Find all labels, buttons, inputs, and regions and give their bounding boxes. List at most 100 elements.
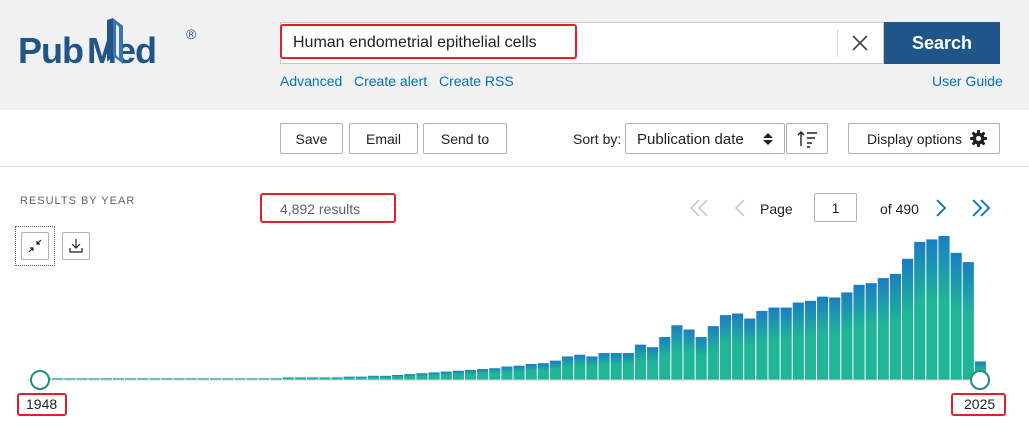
search-input[interactable] bbox=[281, 23, 837, 63]
year-bar-1976[interactable] bbox=[379, 375, 392, 380]
year-bar-1984[interactable] bbox=[477, 369, 489, 380]
search-button[interactable]: Search bbox=[884, 22, 1000, 64]
range-start-handle[interactable] bbox=[30, 370, 50, 390]
year-bar-1991[interactable] bbox=[562, 356, 574, 380]
email-button[interactable]: Email bbox=[349, 123, 418, 154]
results-by-year-heading: RESULTS BY YEAR bbox=[20, 195, 136, 207]
year-bar-1981[interactable] bbox=[440, 371, 452, 380]
year-bar-1989[interactable] bbox=[537, 363, 549, 380]
first-page-button[interactable] bbox=[687, 196, 711, 220]
year-bar-1995[interactable] bbox=[610, 353, 622, 380]
sort-by-label: Sort by: bbox=[573, 131, 622, 147]
logo-text-pub: Pub bbox=[18, 30, 84, 71]
year-bar-1975[interactable] bbox=[367, 375, 379, 380]
year-bar-2020[interactable] bbox=[914, 241, 926, 380]
results-by-year-chart[interactable] bbox=[0, 225, 1029, 390]
year-bar-1974[interactable] bbox=[355, 376, 367, 380]
next-page-button[interactable] bbox=[931, 196, 951, 220]
year-bar-1998[interactable] bbox=[647, 347, 659, 380]
year-bar-1988[interactable] bbox=[525, 364, 537, 380]
year-bar-1977[interactable] bbox=[392, 374, 404, 380]
year-bar-2002[interactable] bbox=[695, 337, 707, 380]
year-bar-1985[interactable] bbox=[489, 368, 501, 380]
advanced-link[interactable]: Advanced bbox=[280, 73, 342, 89]
year-bar-1996[interactable] bbox=[622, 353, 634, 380]
chevron-left-icon bbox=[734, 199, 745, 217]
chevron-right-icon bbox=[936, 199, 947, 217]
range-end-year: 2025 bbox=[964, 396, 996, 412]
create-rss-link[interactable]: Create RSS bbox=[439, 73, 514, 89]
year-bar-2011[interactable] bbox=[804, 300, 817, 380]
year-bar-1983[interactable] bbox=[464, 369, 477, 380]
year-bar-2015[interactable] bbox=[853, 284, 865, 380]
page-label: Page bbox=[760, 201, 793, 217]
logo-book-icon bbox=[107, 18, 123, 64]
gear-icon bbox=[970, 130, 987, 147]
year-bar-2024[interactable] bbox=[962, 262, 974, 380]
year-bar-2003[interactable] bbox=[707, 326, 719, 380]
year-bar-2019[interactable] bbox=[902, 258, 914, 380]
results-count: 4,892 results bbox=[280, 201, 361, 217]
range-end-handle[interactable] bbox=[970, 370, 990, 390]
display-options-button[interactable]: Display options bbox=[848, 123, 1000, 154]
year-bar-1979[interactable] bbox=[416, 373, 428, 380]
year-bar-2021[interactable] bbox=[926, 239, 938, 380]
close-icon bbox=[852, 35, 868, 51]
display-options-label: Display options bbox=[867, 131, 962, 147]
sort-caret-icon bbox=[763, 133, 773, 145]
clear-search-button[interactable] bbox=[843, 29, 877, 57]
year-bar-2022[interactable] bbox=[938, 236, 950, 380]
year-bar-1982[interactable] bbox=[452, 370, 464, 380]
year-bar-2000[interactable] bbox=[671, 325, 683, 380]
double-chevron-right-icon bbox=[972, 199, 991, 217]
year-bar-2012[interactable] bbox=[817, 296, 829, 380]
year-bar-2001[interactable] bbox=[683, 329, 695, 380]
year-bar-2005[interactable] bbox=[732, 313, 744, 380]
year-bar-2017[interactable] bbox=[877, 278, 889, 380]
year-bar-2004[interactable] bbox=[719, 315, 732, 380]
year-bar-2016[interactable] bbox=[865, 283, 877, 380]
page-number-input[interactable] bbox=[814, 193, 857, 222]
logo-wordmark: PubMed bbox=[18, 30, 157, 72]
previous-page-button[interactable] bbox=[730, 196, 750, 220]
year-bar-1973[interactable] bbox=[343, 376, 355, 380]
year-bar-2014[interactable] bbox=[841, 292, 853, 380]
year-bar-1993[interactable] bbox=[586, 356, 598, 380]
search-box bbox=[280, 22, 884, 64]
range-start-year: 1948 bbox=[26, 396, 58, 412]
year-bar-1978[interactable] bbox=[404, 374, 416, 380]
create-alert-link[interactable]: Create alert bbox=[354, 73, 427, 89]
year-bar-2009[interactable] bbox=[780, 307, 792, 380]
search-divider bbox=[837, 29, 838, 57]
year-bar-2013[interactable] bbox=[829, 297, 841, 380]
year-bar-1980[interactable] bbox=[428, 372, 440, 380]
year-bar-1994[interactable] bbox=[598, 353, 610, 380]
year-bar-2008[interactable] bbox=[768, 307, 780, 380]
save-button[interactable]: Save bbox=[280, 123, 343, 154]
year-bar-1999[interactable] bbox=[659, 337, 671, 380]
year-bar-1990[interactable] bbox=[549, 360, 562, 380]
last-page-button[interactable] bbox=[969, 196, 993, 220]
year-bar-1986[interactable] bbox=[501, 366, 513, 380]
toolbar-divider bbox=[0, 166, 1029, 167]
year-bar-2006[interactable] bbox=[744, 318, 756, 380]
year-bar-2018[interactable] bbox=[889, 273, 902, 380]
user-guide-link[interactable]: User Guide bbox=[932, 73, 1003, 89]
year-bar-2010[interactable] bbox=[792, 302, 804, 380]
year-bar-2007[interactable] bbox=[756, 310, 768, 380]
sort-by-value: Publication date bbox=[637, 131, 744, 148]
year-bar-1997[interactable] bbox=[634, 344, 647, 380]
logo-registered-mark: ® bbox=[186, 26, 197, 42]
pubmed-logo[interactable]: PubMed ® bbox=[18, 18, 218, 80]
total-pages-label: of 490 bbox=[880, 201, 919, 217]
chart-bars bbox=[40, 236, 986, 380]
send-to-button[interactable]: Send to bbox=[423, 123, 507, 154]
header: PubMed ® Search Advanced Create alert Cr… bbox=[0, 0, 1029, 110]
year-bar-1987[interactable] bbox=[513, 365, 525, 380]
double-chevron-left-icon bbox=[689, 199, 708, 217]
year-bar-2023[interactable] bbox=[950, 252, 962, 380]
year-bar-1992[interactable] bbox=[574, 354, 586, 380]
sort-order-button[interactable] bbox=[786, 123, 828, 154]
sort-by-select[interactable]: Publication date bbox=[625, 123, 785, 154]
sort-order-icon bbox=[797, 130, 817, 148]
